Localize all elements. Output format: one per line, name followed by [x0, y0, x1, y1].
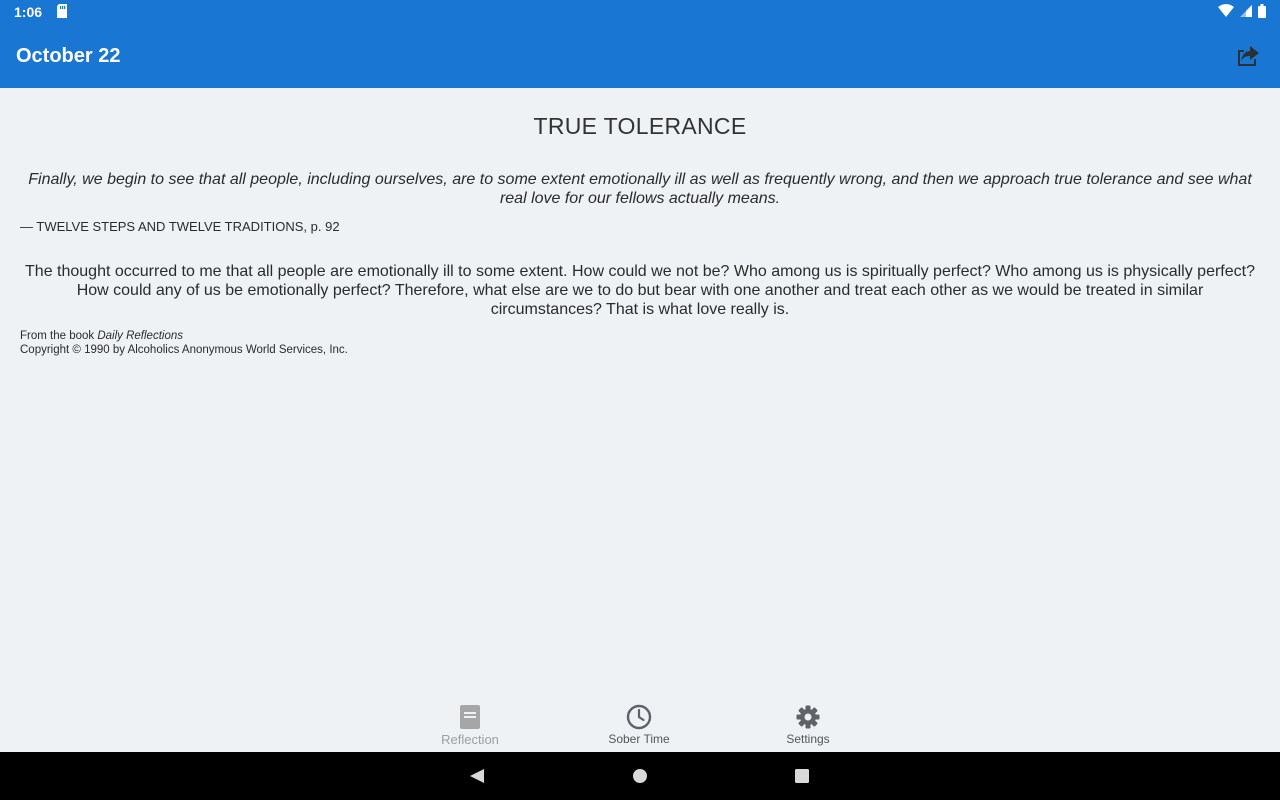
- wifi-icon: [1218, 4, 1234, 20]
- nav-label-settings: Settings: [786, 732, 830, 746]
- nav-label-sober-time: Sober Time: [608, 732, 670, 746]
- battery-icon: [1258, 3, 1266, 21]
- recents-icon: [795, 769, 809, 783]
- nav-label-reflection: Reflection: [441, 731, 499, 747]
- book-credit: From the book Daily Reflections: [20, 329, 1260, 343]
- recents-button[interactable]: [792, 766, 812, 786]
- credit-book: Daily Reflections: [97, 330, 183, 342]
- clock-icon: [626, 704, 652, 730]
- status-bar: 1:06: [0, 0, 1280, 24]
- credits: From the book Daily Reflections Copyrigh…: [20, 329, 1260, 357]
- home-button[interactable]: [630, 766, 650, 786]
- status-time: 1:06: [14, 4, 43, 20]
- back-icon: [470, 769, 484, 783]
- book-icon: [460, 704, 480, 729]
- sd-card-icon: [56, 3, 68, 21]
- page-title: October 22: [16, 44, 121, 67]
- home-icon: [633, 769, 647, 783]
- share-icon: [1238, 46, 1259, 66]
- signal-icon: [1240, 4, 1252, 20]
- app-bar: October 22: [0, 24, 1280, 88]
- reflection-title: TRUE TOLERANCE: [533, 113, 747, 139]
- quote-source: — TWELVE STEPS AND TWELVE TRADITIONS, p.…: [20, 219, 340, 234]
- gear-icon: [796, 705, 820, 729]
- reflection-quote: Finally, we begin to see that all people…: [28, 171, 1252, 207]
- back-button[interactable]: [467, 766, 487, 786]
- copyright-text: Copyright © 1990 by Alcoholics Anonymous…: [20, 344, 348, 356]
- nav-item-sober-time[interactable]: Sober Time: [579, 698, 699, 752]
- bottom-nav: Reflection Sober Time Settings: [0, 698, 1280, 752]
- nav-item-reflection[interactable]: Reflection: [410, 698, 530, 752]
- system-nav-bar: [0, 752, 1280, 800]
- credit-prefix: From the book: [20, 330, 98, 342]
- share-button[interactable]: [1232, 40, 1264, 72]
- nav-item-settings[interactable]: Settings: [748, 698, 868, 752]
- reflection-content: TRUE TOLERANCE Finally, we begin to see …: [0, 88, 1280, 698]
- reflection-body: The thought occurred to me that all peop…: [25, 263, 1255, 318]
